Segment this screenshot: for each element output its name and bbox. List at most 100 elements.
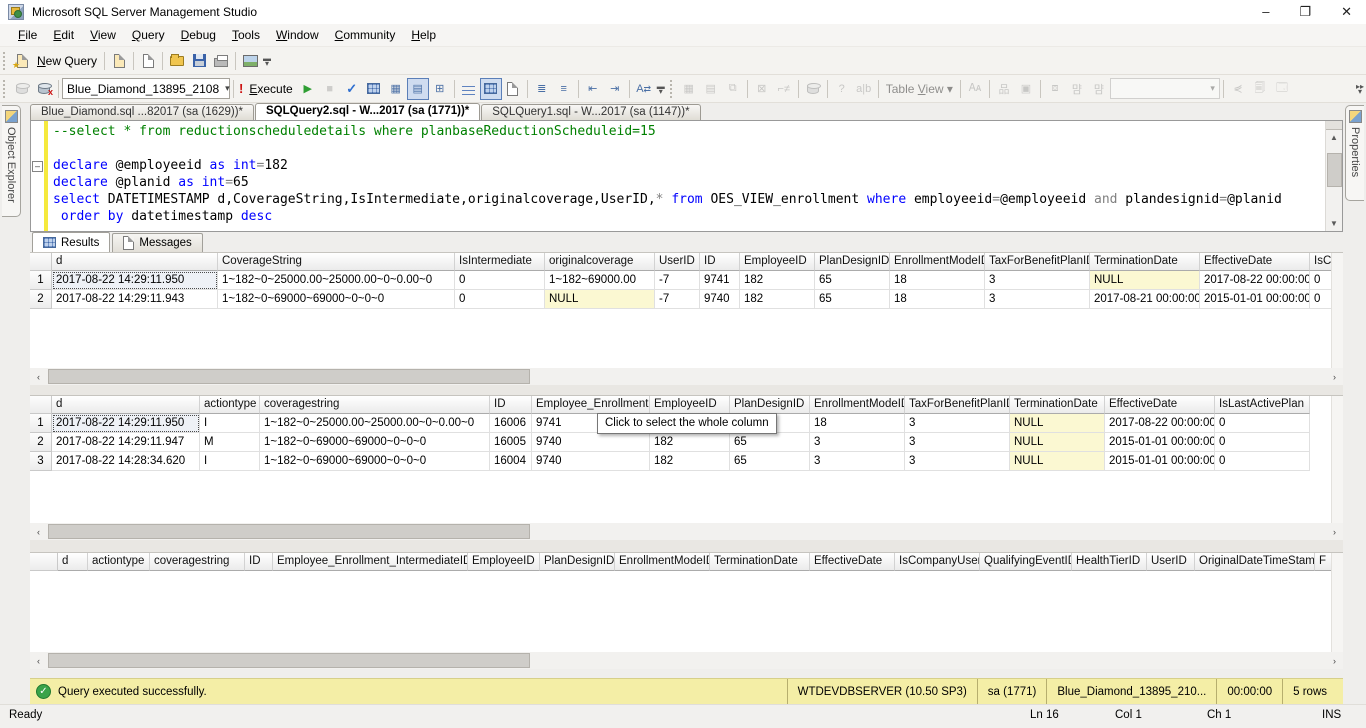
scroll-up-icon[interactable]: ▲ [1326, 130, 1342, 145]
execute-button[interactable]: Execute [245, 82, 296, 96]
column-header[interactable]: actiontype [200, 396, 260, 414]
grid-cell[interactable]: 9741 [700, 271, 740, 290]
column-header[interactable]: d [58, 553, 88, 571]
column-header[interactable]: EffectiveDate [810, 553, 895, 571]
menu-help[interactable]: Help [403, 25, 444, 45]
column-header[interactable]: IsLastActivePlan [1215, 396, 1310, 414]
column-header[interactable]: EnrollmentModeID [615, 553, 710, 571]
grid-cell[interactable]: NULL [1010, 414, 1105, 433]
grid-cell[interactable]: 2015-01-01 00:00:00 [1105, 433, 1215, 452]
grid-cell[interactable]: 2017-08-22 00:00:00 [1105, 414, 1215, 433]
rename-icon[interactable]: a|b [853, 78, 875, 100]
unequal-icon[interactable]: ⌐≠ [773, 78, 795, 100]
column-header[interactable]: originalcoverage [545, 253, 655, 271]
scroll-down-icon[interactable]: ▼ [1326, 216, 1342, 231]
database-icon[interactable] [802, 78, 824, 100]
column-header[interactable]: TerminationDate [710, 553, 810, 571]
grid-cell[interactable]: 2017-08-21 00:00:00 [1090, 290, 1200, 309]
new-file-icon[interactable] [108, 50, 130, 72]
column-header[interactable]: ID [245, 553, 273, 571]
increase-indent-icon[interactable]: ⇥ [604, 78, 626, 100]
column-header[interactable]: IsCompanyUser [895, 553, 980, 571]
column-header[interactable]: OriginalDateTimeStamp [1195, 553, 1315, 571]
tab-results[interactable]: Results [32, 232, 110, 252]
column-header[interactable]: EmployeeID [650, 396, 730, 414]
maximize-button[interactable]: ❐ [1299, 4, 1311, 20]
scroll-left-icon[interactable]: ‹ [30, 523, 47, 540]
debug-play-icon[interactable]: ▶ [297, 78, 319, 100]
toolbar-grip[interactable] [670, 80, 675, 98]
scroll-right-icon[interactable]: › [1326, 652, 1343, 669]
menu-window[interactable]: Window [268, 25, 327, 45]
actual-plan-icon[interactable]: ⊞ [429, 78, 451, 100]
grid-vertical-scrollbar[interactable] [1331, 396, 1343, 523]
menu-query[interactable]: Query [124, 25, 173, 45]
row-header[interactable]: 1 [30, 271, 52, 290]
grid-cell[interactable]: 2017-08-22 14:28:34.620 [52, 452, 200, 471]
object-explorer-tab[interactable]: Object Explorer [2, 105, 21, 217]
template-parameters-icon[interactable]: A⇄ [633, 78, 655, 100]
parse-icon[interactable]: ✓ [341, 78, 363, 100]
grid-cell[interactable]: 182 [650, 452, 730, 471]
close-button[interactable]: ✕ [1341, 4, 1352, 20]
grid-cell[interactable]: NULL [1010, 433, 1105, 452]
grid-cell[interactable]: 18 [890, 271, 985, 290]
column-header[interactable]: IsIntermediate [455, 253, 545, 271]
select-all-corner[interactable] [30, 396, 52, 414]
document-tab-3[interactable]: SQLQuery1.sql - W...2017 (sa (1147))* [481, 104, 700, 121]
empty-combobox[interactable]: ▾ [1110, 78, 1220, 99]
splitter-handle[interactable] [1326, 121, 1342, 130]
table-view-dropdown[interactable]: Table View ▾ [882, 82, 957, 96]
column-header[interactable]: TerminationDate [1090, 253, 1200, 271]
layout-grid-icon[interactable]: 品 [993, 78, 1015, 100]
scrollbar-thumb[interactable] [48, 524, 530, 539]
new-query-icon[interactable]: ★ [11, 50, 33, 72]
estimated-plan-icon[interactable] [363, 78, 385, 100]
save-diagram-icon[interactable]: ▣ [1015, 78, 1037, 100]
font-icon[interactable]: 🗛 [964, 78, 986, 100]
label-icon[interactable]: 🗔 [1271, 78, 1293, 100]
menu-community[interactable]: Community [327, 25, 404, 45]
column-header[interactable]: HealthTierID [1072, 553, 1147, 571]
query-designer-icon[interactable]: ▦ [385, 78, 407, 100]
column-header[interactable]: PlanDesignID [815, 253, 890, 271]
grid-cell[interactable]: 0 [1215, 414, 1310, 433]
save-icon[interactable] [188, 50, 210, 72]
annotation-icon[interactable]: 🗐 [1249, 78, 1271, 100]
column-header[interactable]: TaxForBenefitPlanID [905, 396, 1010, 414]
toolbar-grip[interactable] [3, 52, 8, 70]
toolbar-overflow-button[interactable]: ▬▾ [655, 79, 667, 99]
grid-cell[interactable]: 3 [810, 433, 905, 452]
grid-cell[interactable]: 3 [810, 452, 905, 471]
grid-cell[interactable]: 1~182~0~69000~69000~0~0~0 [218, 290, 455, 309]
grid-cell[interactable]: 0 [1215, 452, 1310, 471]
column-header[interactable]: EmployeeID [468, 553, 540, 571]
column-header[interactable]: EnrollmentModeID [890, 253, 985, 271]
document-tab-2[interactable]: SQLQuery2.sql - W...2017 (sa (1771))* [255, 103, 480, 121]
intellisense-icon[interactable]: ▤ [407, 78, 429, 100]
toolbar-overflow-button[interactable]: ▬▾ [261, 51, 273, 71]
menu-edit[interactable]: Edit [45, 25, 82, 45]
menu-file[interactable]: File [10, 25, 45, 45]
grid-cell[interactable]: 16006 [490, 414, 532, 433]
row-header[interactable]: 3 [30, 452, 52, 471]
column-header[interactable]: EnrollmentModeID [810, 396, 905, 414]
grid-cell[interactable]: 65 [730, 433, 810, 452]
grid-cell[interactable]: 16005 [490, 433, 532, 452]
grid-cell[interactable]: NULL [1090, 271, 1200, 290]
grid-cell[interactable]: 0 [1215, 433, 1310, 452]
database-combobox[interactable]: Blue_Diamond_13895_2108 ▾ [62, 78, 230, 99]
row-header[interactable]: 2 [30, 433, 52, 452]
column-header[interactable]: Employee_EnrollmentID [532, 396, 650, 414]
grid-cell[interactable]: NULL [1010, 452, 1105, 471]
grid-cell[interactable]: 3 [985, 290, 1090, 309]
connect-icon[interactable] [11, 78, 33, 100]
stop-icon[interactable]: ■ [319, 78, 341, 100]
grid-cell[interactable]: 65 [815, 271, 890, 290]
scrollbar-thumb[interactable] [48, 653, 530, 668]
column-header[interactable]: EmployeeID [740, 253, 815, 271]
help-icon[interactable]: ? [831, 78, 853, 100]
column-header[interactable]: coveragestring [260, 396, 490, 414]
properties-tab[interactable]: Properties [1345, 105, 1364, 201]
scroll-right-icon[interactable]: › [1326, 368, 1343, 385]
